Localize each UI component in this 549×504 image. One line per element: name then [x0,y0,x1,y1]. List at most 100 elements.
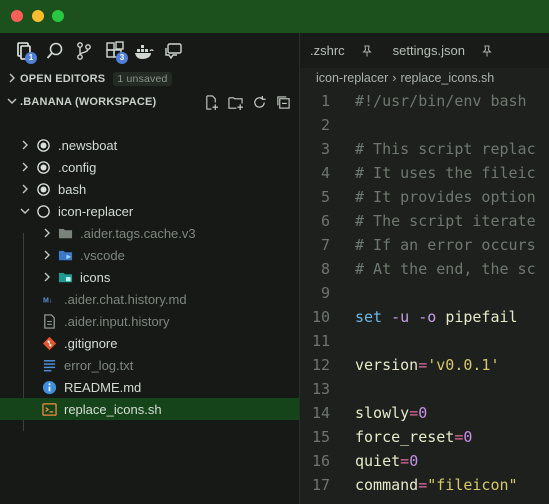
code-line[interactable]: 7 # If an error occurs [300,233,549,257]
tree-item-label: bash [58,181,87,197]
extensions-badge: 3 [116,52,128,64]
tree-item[interactable]: .aider.tags.cache.v3 [0,222,299,244]
dot-circle-icon [34,181,52,197]
git-icon [40,335,58,351]
chevron-right-icon[interactable] [40,228,54,238]
code-line[interactable]: 14 slowly=0 [300,401,549,425]
code-text: set -u -o pipefail [355,308,518,326]
breadcrumb-file[interactable]: replace_icons.sh [400,71,494,85]
tab-bar: .zshrc settings.json [300,33,549,68]
tab-label: settings.json [392,43,465,58]
tree-item[interactable]: icon-replacer [0,200,299,222]
workspace-header[interactable]: .BANANA (WORKSPACE) [0,91,300,113]
code-line[interactable]: 2 [300,113,549,137]
code-line[interactable]: 5 # It provides option [300,185,549,209]
open-editors-header[interactable]: OPEN EDITORS 1 unsaved [0,68,300,90]
code-text: force_reset=0 [355,428,473,446]
tree-item[interactable]: icons [0,266,299,288]
markdown-icon: M↓ [40,291,58,307]
line-number: 7 [320,236,330,254]
collapse-all-icon[interactable] [274,94,292,110]
tree-item[interactable]: M↓ .aider.chat.history.md [0,288,299,310]
code-text: command="fileicon" [355,476,518,494]
code-text: #!/usr/bin/env bash [355,92,527,110]
chevron-right-icon[interactable] [40,250,54,260]
dot-circle-icon [34,159,52,175]
new-file-icon[interactable] [202,94,220,110]
code-line[interactable]: 6 # The script iterate [300,209,549,233]
tab-label: .zshrc [310,43,345,58]
tree-item[interactable]: README.md [0,376,299,398]
tree-item[interactable]: .aider.input.history [0,310,299,332]
code-line[interactable]: 13 [300,377,549,401]
line-number: 17 [311,476,330,494]
code-line[interactable]: 12 version='v0.0.1' [300,353,549,377]
tree-item-label: README.md [64,379,142,395]
tree-item-label: .config [58,159,97,175]
line-number: 8 [320,260,330,278]
docker-icon[interactable] [133,40,155,62]
code-line[interactable]: 15 force_reset=0 [300,425,549,449]
tree-item[interactable]: .config [0,156,299,178]
tree-item[interactable]: .newsboat [0,134,299,156]
search-icon[interactable] [44,40,66,62]
tree-item[interactable]: replace_icons.sh [0,398,299,420]
extensions-icon[interactable]: 3 [104,40,128,64]
code-line[interactable]: 11 [300,329,549,353]
open-editors-label: OPEN EDITORS [20,73,106,85]
shell-icon [40,401,58,417]
chevron-right-icon[interactable] [40,272,54,282]
breadcrumb-folder[interactable]: icon-replacer [316,71,388,85]
source-control-icon[interactable] [73,40,95,62]
code-line[interactable]: 9 [300,281,549,305]
pin-icon[interactable] [481,45,493,57]
editor-area: .zshrc settings.json icon-replacer › rep… [300,33,549,504]
tree-item-label: .aider.chat.history.md [64,291,187,307]
tree-item[interactable]: error_log.txt [0,354,299,376]
tree-item[interactable]: .gitignore [0,332,299,354]
vscode-folder-icon [56,247,74,263]
chevron-down-icon[interactable] [18,206,32,216]
code-line[interactable]: 16 quiet=0 [300,449,549,473]
tree-item[interactable]: bash [0,178,299,200]
code-line[interactable]: 3 # This script replac [300,137,549,161]
new-folder-icon[interactable] [226,94,244,110]
minimize-window-button[interactable] [32,10,44,22]
line-number: 2 [320,116,330,134]
sidebar: 1 3 OPEN EDITORS 1 unsaved .BANANA (WORK… [0,33,300,504]
explorer-icon[interactable]: 1 [13,40,37,64]
tree-item-label: .vscode [80,247,125,263]
code-line[interactable]: 10 set -u -o pipefail [300,305,549,329]
chevron-right-icon[interactable] [18,162,32,172]
line-number: 15 [311,428,330,446]
tree-item-label: replace_icons.sh [64,401,162,417]
code-line[interactable]: 1 #!/usr/bin/env bash [300,89,549,113]
refresh-icon[interactable] [250,94,268,110]
line-number: 13 [311,380,330,398]
code-text: version='v0.0.1' [355,356,500,374]
line-number: 9 [320,284,330,302]
tree-item-label: .aider.input.history [64,313,170,329]
code-text: slowly=0 [355,404,428,422]
tab-settings-json[interactable]: settings.json [383,33,503,68]
code-text: # At the end, the sc [355,260,536,278]
tab-zshrc[interactable]: .zshrc [300,33,383,68]
code-line[interactable]: 8 # At the end, the sc [300,257,549,281]
pin-icon[interactable] [361,45,373,57]
tree-item[interactable]: .vscode [0,244,299,266]
breadcrumb: icon-replacer › replace_icons.sh [316,71,494,85]
code-line[interactable]: 4 # It uses the fileic [300,161,549,185]
comments-icon[interactable] [163,40,185,62]
svg-text:M↓: M↓ [42,297,51,304]
icons-folder-icon [56,269,74,285]
chevron-right-icon[interactable] [18,140,32,150]
code-line[interactable]: 17 command="fileicon" [300,473,549,497]
code-text: # It provides option [355,188,536,206]
chevron-right-icon[interactable] [18,184,32,194]
tree-item-label: icons [80,269,111,285]
maximize-window-button[interactable] [52,10,64,22]
unsaved-badge: 1 unsaved [113,72,172,86]
code-text: # It uses the fileic [355,164,536,182]
ring-circle-icon [34,203,52,219]
close-window-button[interactable] [11,10,23,22]
